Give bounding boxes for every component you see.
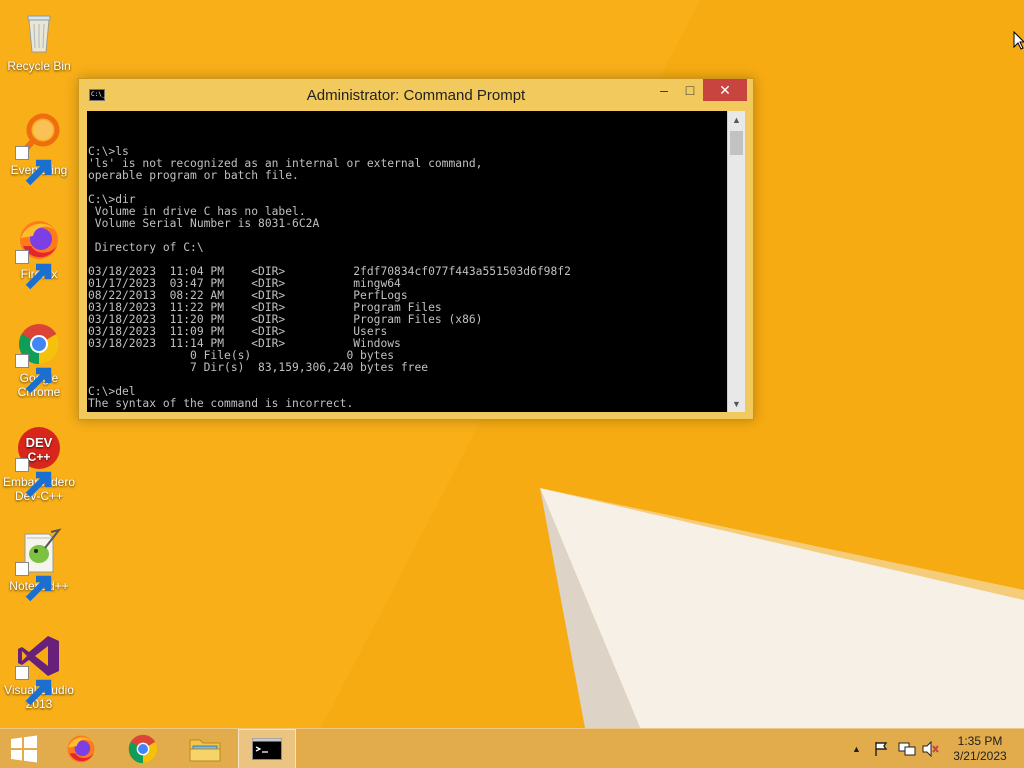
- minimize-button[interactable]: –: [651, 79, 677, 101]
- shortcut-arrow-icon: [15, 666, 52, 706]
- desktop-icon-everything[interactable]: Everything: [2, 112, 76, 186]
- tray-show-hidden-icons[interactable]: ▲: [852, 744, 861, 754]
- clock-time: 1:35 PM: [957, 734, 1003, 748]
- chrome-icon: [128, 734, 158, 764]
- volume-muted-icon[interactable]: [922, 741, 940, 757]
- console-output[interactable]: C:\>ls 'ls' is not recognized as an inte…: [87, 111, 727, 412]
- window-titlebar[interactable]: C:\_ Administrator: Command Prompt – □ ✕: [79, 79, 753, 111]
- desktop-icon-google-chrome[interactable]: Google Chrome: [2, 320, 76, 399]
- windows-logo-icon: [11, 735, 37, 763]
- command-prompt-window[interactable]: C:\_ Administrator: Command Prompt – □ ✕…: [78, 78, 754, 420]
- desktop-icon-firefox[interactable]: Firefox: [2, 216, 76, 290]
- clock-date: 3/21/2023: [953, 749, 1007, 763]
- firefox-icon: [67, 735, 95, 763]
- flag-icon[interactable]: [874, 741, 890, 757]
- start-button[interactable]: [0, 729, 48, 768]
- taskbar-firefox[interactable]: [52, 729, 110, 768]
- taskbar-chrome[interactable]: [114, 729, 172, 768]
- taskbar-command-prompt[interactable]: [238, 729, 296, 768]
- scroll-up-button[interactable]: ▲: [728, 111, 745, 128]
- cmd-icon: [252, 738, 282, 760]
- taskbar-clock[interactable]: 1:35 PM 3/21/2023: [940, 734, 1020, 764]
- desktop-icon-devcpp[interactable]: DEV C++ Embarcadero Dev-C++: [2, 424, 76, 503]
- network-icon[interactable]: [898, 741, 916, 757]
- desktop-icon-visual-studio[interactable]: Visual Studio 2013: [2, 632, 76, 711]
- vertical-scrollbar[interactable]: ▲ ▼: [727, 111, 745, 412]
- shortcut-arrow-icon: [15, 250, 52, 290]
- mouse-cursor-icon: [1013, 31, 1024, 50]
- shortcut-arrow-icon: [15, 146, 52, 186]
- console-text: C:\>ls 'ls' is not recognized as an inte…: [88, 145, 571, 410]
- maximize-button[interactable]: □: [677, 79, 703, 101]
- shortcut-arrow-icon: [15, 458, 52, 498]
- desktop-icon-notepadpp[interactable]: Notepad++: [2, 528, 76, 602]
- shortcut-arrow-icon: [15, 354, 52, 394]
- shortcut-arrow-icon: [15, 562, 52, 602]
- taskbar: ▲ 1:35 PM 3/21/2023: [0, 728, 1024, 768]
- scroll-down-button[interactable]: ▼: [728, 395, 745, 412]
- devcpp-icon-text: DEV: [26, 435, 53, 450]
- taskbar-file-explorer[interactable]: [176, 729, 234, 768]
- close-button[interactable]: ✕: [703, 79, 747, 101]
- scroll-thumb[interactable]: [730, 131, 743, 155]
- desktop-icon-recycle-bin[interactable]: Recycle Bin: [2, 8, 76, 73]
- desktop-icon-label: Recycle Bin: [7, 59, 71, 73]
- folder-icon: [189, 739, 221, 762]
- recycle-bin-icon: [27, 15, 51, 53]
